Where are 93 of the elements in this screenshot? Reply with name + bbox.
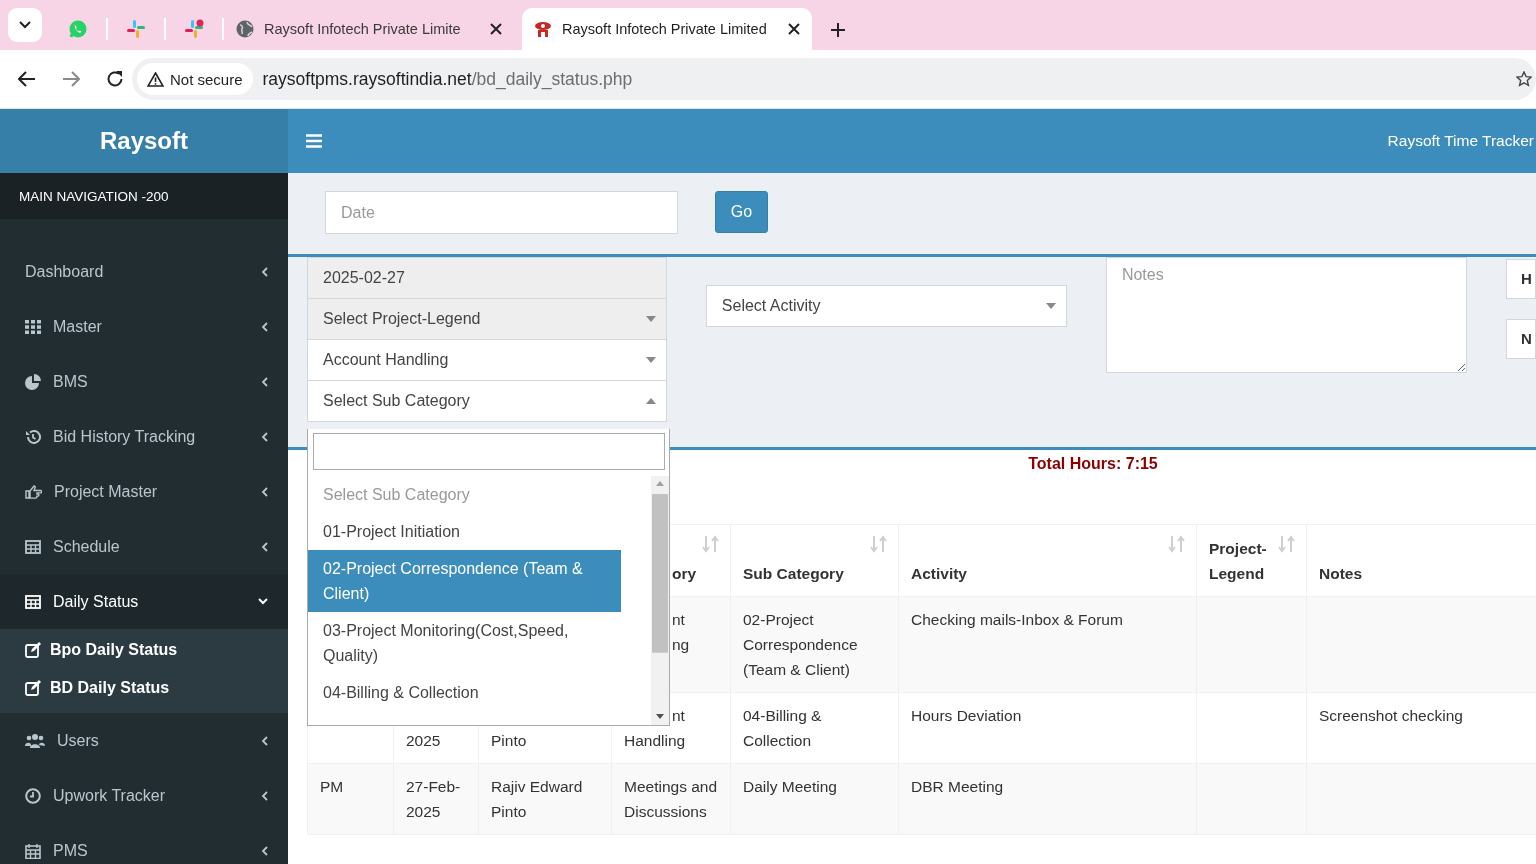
table-cell-text: Checking mails-Inbox & Forum [911,610,1123,630]
app-logo[interactable]: Raysoft [0,109,288,173]
select-field[interactable]: Select Activity [705,285,1067,327]
pointing-hand-icon [25,484,42,499]
nav-item[interactable]: Bid History Tracking [0,409,288,464]
dropdown-option[interactable]: 02-Project Correspondence (Team & Client) [308,550,621,612]
star-icon[interactable] [1516,71,1532,87]
table-cell-text: Meetings and Discussions [624,777,719,822]
chevron-down-icon [19,21,31,29]
new-tab-icon[interactable] [830,22,846,38]
address-bar[interactable]: Not secure raysoftpms.raysoftindia.net/bd_daily_status.php [132,58,1536,100]
column-header[interactable]: Notes [1319,561,1363,586]
table-icon [25,539,41,554]
table-cell-text: nt Handling [624,706,686,751]
chevron-left-icon [261,321,268,332]
search-field[interactable] [313,433,665,470]
nav-subitem[interactable]: BD Daily Status [0,669,288,707]
app-title[interactable]: Raysoft Time Tracker [1387,132,1534,150]
table-cell-text: nt ng [671,610,690,655]
chevron-left-icon [261,845,268,856]
chevron-left-icon [261,735,268,746]
table-cell-text: 2025 [406,731,441,751]
history-icon [25,428,41,445]
select-field[interactable]: Account Handling [307,339,667,381]
table-icon [25,594,41,609]
pinwheel-icon [126,19,146,39]
chevron-left-icon [261,376,268,387]
table-cell-text: 27-Feb-2025 [406,777,462,822]
nav-heading: MAIN NAVIGATION -200 [0,173,288,219]
scrollbar[interactable] [651,476,669,725]
table-cell-text: Pinto [491,731,527,751]
nav-item[interactable]: Upwork Tracker [0,768,288,823]
tab-search-button[interactable] [8,8,42,42]
table-cell-text: PM [320,777,344,797]
table-cell-text: Daily Meeting [743,777,837,797]
caret-icon [1045,303,1056,309]
table-cell-text: Screenshot checking [1319,706,1463,726]
globe-icon [236,20,254,38]
chevron-left-icon [261,790,268,801]
edit-icon [25,680,42,696]
chevron-left-icon [261,541,268,552]
nav-item[interactable]: Master [0,299,288,354]
table-cell-text: DBR Meeting [911,777,1004,797]
input-field[interactable]: H [1506,259,1536,299]
caret-icon [645,357,656,363]
caret-icon [645,398,656,404]
nav-item[interactable]: PMS [0,823,288,864]
warning-icon [147,71,164,87]
close-icon[interactable] [490,23,502,35]
forward-arrow-icon[interactable] [62,71,80,87]
reload-icon[interactable] [106,70,124,88]
select-field[interactable]: Select Sub Category [307,380,667,422]
chevron-left-icon [261,486,268,497]
table-cell-text: 02-Project Correspondence (Team & Client) [743,610,859,680]
nav-item[interactable]: Schedule [0,519,288,574]
menu-icon[interactable] [306,134,322,148]
back-arrow-icon[interactable] [18,71,36,87]
nav-item[interactable]: BMS [0,354,288,409]
table-cell-text: Rajiv Edward Pinto [491,777,584,822]
dropdown-option[interactable]: 01-Project Initiation [308,513,621,550]
nav-item[interactable]: Project Master [0,464,288,519]
nav-item[interactable]: Users [0,713,288,768]
grid-icon [25,319,41,334]
caret-icon [645,316,656,322]
chevron-left-icon [261,431,268,442]
calendar-icon [25,842,41,859]
nav-item[interactable]: Dashboard [0,244,288,299]
table-cell-text: Hours Deviation [911,706,1022,726]
nav-item[interactable]: Daily Status [0,574,288,629]
building-icon [534,20,552,38]
go-button[interactable]: Go [715,191,768,233]
chevron-left-icon [261,266,268,277]
total-hours: Total Hours: 7:15 [1028,455,1158,473]
dropdown-option[interactable]: 04-Billing & Collection [308,674,621,711]
input-field[interactable]: N [1506,319,1536,359]
close-icon[interactable] [788,23,800,35]
column-header[interactable]: Activity [911,561,967,586]
edit-icon [25,642,42,658]
date-field[interactable]: Date [325,191,678,234]
chevron-down-icon [258,598,268,605]
url-text: raysoftpms.raysoftindia.net/bd_daily_status.php [262,68,633,90]
notes-field[interactable]: Notes [1105,257,1467,373]
security-chip[interactable]: Not secure [137,63,253,95]
nav-subitem[interactable]: Bpo Daily Status [0,631,288,669]
pie-chart-icon [25,373,41,390]
dropdown-option[interactable]: 03-Project Monitoring(Cost,Speed, Quality) [308,612,621,674]
users-icon [25,733,45,748]
browser-tab[interactable]: Raysoft Infotech Private Limite [224,8,514,50]
pinwheel-icon [184,19,204,39]
table-cell-text: 04-Billing & Collection [743,706,823,751]
chat-bubble-icon [68,19,88,39]
browser-tab[interactable]: Raysoft Infotech Private Limited [522,8,812,50]
clock-icon [25,787,41,804]
